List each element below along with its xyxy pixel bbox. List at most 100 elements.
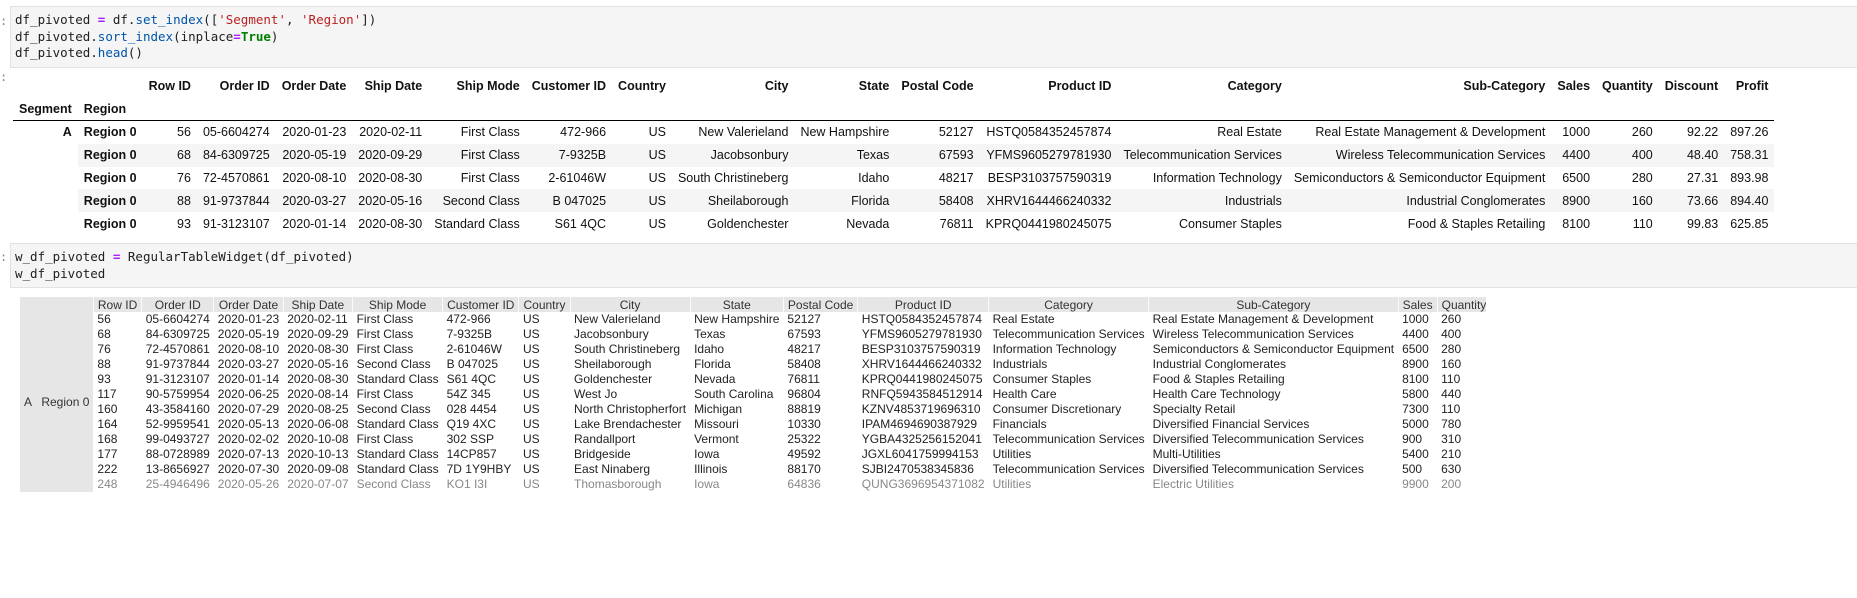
- table-cell: B 047025: [525, 189, 613, 213]
- column-header: State: [858, 78, 890, 93]
- dataframe-table: Row ID Order ID Order Date Ship Date Ship Mo…: [13, 74, 1775, 235]
- table-row: 68 84-6309725 2020-05-19 2020-09-29 First Cl…: [20, 327, 1486, 342]
- table-cell: 2020-02-11: [359, 125, 423, 140]
- blank-header: [895, 97, 979, 121]
- table-cell: 110: [1632, 216, 1653, 231]
- table-cell: New Hampshire: [800, 125, 890, 140]
- table-row: Region 0 76 72-4570861 2020-08-10 2020-08-30…: [13, 167, 1774, 190]
- region-index: Region 0: [83, 170, 137, 185]
- table-cell: US: [612, 189, 672, 213]
- table-cell: 110: [1441, 402, 1461, 416]
- column-header: Profit: [1735, 78, 1769, 93]
- blank-header: [1288, 97, 1552, 121]
- table-cell: 88170: [787, 462, 821, 476]
- table-cell: 84-6309725: [196, 143, 276, 167]
- table-cell: First Class: [428, 143, 526, 167]
- table-cell: US: [522, 327, 540, 341]
- table-cell: RNFQ5943584512914: [861, 387, 983, 401]
- table-cell: First Class: [356, 312, 414, 326]
- table-cell: 248: [97, 477, 118, 491]
- table-cell: 400: [1596, 143, 1659, 167]
- column-header: City: [764, 78, 789, 93]
- table-cell: 2020-07-29: [217, 402, 280, 416]
- table-cell: 2020-01-23: [217, 312, 280, 326]
- table-cell: Florida: [794, 189, 896, 213]
- table-cell: 54Z 345: [446, 387, 491, 401]
- table-cell: 630: [1441, 462, 1462, 476]
- table-cell: 2020-07-30: [217, 462, 280, 476]
- table-cell: 6500: [1402, 342, 1429, 356]
- table-cell: US: [522, 462, 540, 476]
- table-cell: Second Class: [356, 402, 431, 416]
- column-header: State: [690, 297, 784, 312]
- table-cell: 2020-01-23: [282, 125, 347, 140]
- table-cell: Jacobsonbury: [671, 143, 795, 167]
- table-cell: US: [648, 216, 666, 231]
- table-cell: South Christineberg: [677, 170, 789, 185]
- code-editor-1[interactable]: df_pivoted = df.set_index(['Segment', 'R…: [11, 7, 1857, 67]
- column-header: Postal Code: [901, 78, 974, 93]
- blank-header: [143, 97, 197, 121]
- table-cell: 8100: [1562, 216, 1591, 231]
- table-cell: 177: [97, 447, 118, 461]
- table-row: 222 13-8656927 2020-07-30 2020-09-08 Standar…: [20, 462, 1486, 477]
- table-cell: 2020-08-30: [358, 216, 423, 231]
- column-header: Discount: [1664, 78, 1719, 93]
- table-cell: New Hampshire: [694, 312, 780, 326]
- index-names-row: Segment Region: [13, 97, 1775, 121]
- blank-header: [1659, 97, 1724, 121]
- table-cell: Jacobsonbury: [574, 327, 649, 341]
- table-cell: 160: [1596, 189, 1659, 213]
- table-cell: 7300: [1402, 402, 1429, 416]
- table-cell: 96804: [787, 387, 821, 401]
- table-cell: Food & Staples Retailing: [1407, 216, 1546, 231]
- table-cell: US: [522, 387, 540, 401]
- table-row: 76 72-4570861 2020-08-10 2020-08-30 First Cl…: [20, 342, 1486, 357]
- table-cell: 2020-08-30: [358, 170, 423, 185]
- column-header: Sub-Category: [1463, 78, 1546, 93]
- table-cell: 91-3123107: [145, 372, 210, 386]
- table-cell: 758.31: [1724, 143, 1775, 167]
- table-cell: 43-3584160: [145, 402, 210, 416]
- code-cell-1[interactable]: df_pivoted = df.set_index(['Segment', 'R…: [10, 6, 1857, 68]
- table-cell: 210: [1441, 447, 1462, 461]
- table-cell: 25322: [787, 432, 821, 446]
- table-cell: 2020-10-13: [287, 447, 349, 461]
- table-cell: 76: [177, 170, 191, 185]
- table-cell: Real Estate Management & Development: [1315, 125, 1546, 140]
- table-cell: YGBA4325256152041: [861, 432, 982, 446]
- index-header: [20, 297, 94, 312]
- table-cell: First Class: [460, 170, 520, 185]
- table-cell: Sheilaborough: [574, 357, 652, 371]
- table-cell: 1000: [1402, 312, 1429, 326]
- table-cell: 472-966: [446, 312, 491, 326]
- table-cell: S61 4QC: [446, 372, 496, 386]
- table-cell: 472-966: [560, 125, 607, 140]
- table-cell: 4400: [1551, 143, 1597, 167]
- code-editor-2[interactable]: w_df_pivoted = RegularTableWidget(df_piv…: [11, 244, 1857, 287]
- table-cell: KPRQ0441980245075: [985, 216, 1112, 231]
- table-cell: US: [648, 125, 666, 140]
- table-cell: 160: [1441, 357, 1462, 371]
- table-row: 168 99-0493727 2020-02-02 2020-10-08 First C…: [20, 432, 1486, 447]
- table-cell: Utilities: [992, 477, 1032, 491]
- regular-table-widget[interactable]: Row ID Order ID Order Date Ship Date Ship Mo…: [20, 297, 1486, 498]
- table-cell: 48217: [938, 170, 974, 185]
- table-cell: First Class: [356, 432, 414, 446]
- table-cell: Diversified Telecommunication Services: [1152, 432, 1364, 446]
- column-header: Ship Mode: [456, 78, 520, 93]
- table-cell: Consumer Staples: [992, 372, 1092, 386]
- column-header: Order ID: [219, 78, 270, 93]
- table-cell: 52127: [787, 312, 821, 326]
- table-cell: B 047025: [446, 357, 499, 371]
- table-cell: Electric Utilities: [1152, 477, 1234, 491]
- region-index: Region 0: [83, 216, 137, 231]
- table-cell: New Valerieland: [574, 312, 661, 326]
- column-header: Ship Date: [364, 78, 423, 93]
- table-cell: Idaho: [694, 342, 725, 356]
- code-cell-2[interactable]: w_df_pivoted = RegularTableWidget(df_piv…: [10, 243, 1857, 288]
- table-cell: Multi-Utilities: [1152, 447, 1221, 461]
- column-header: Category: [988, 297, 1150, 312]
- table-cell: Financials: [992, 417, 1047, 431]
- table-cell: Consumer Discretionary: [992, 402, 1122, 416]
